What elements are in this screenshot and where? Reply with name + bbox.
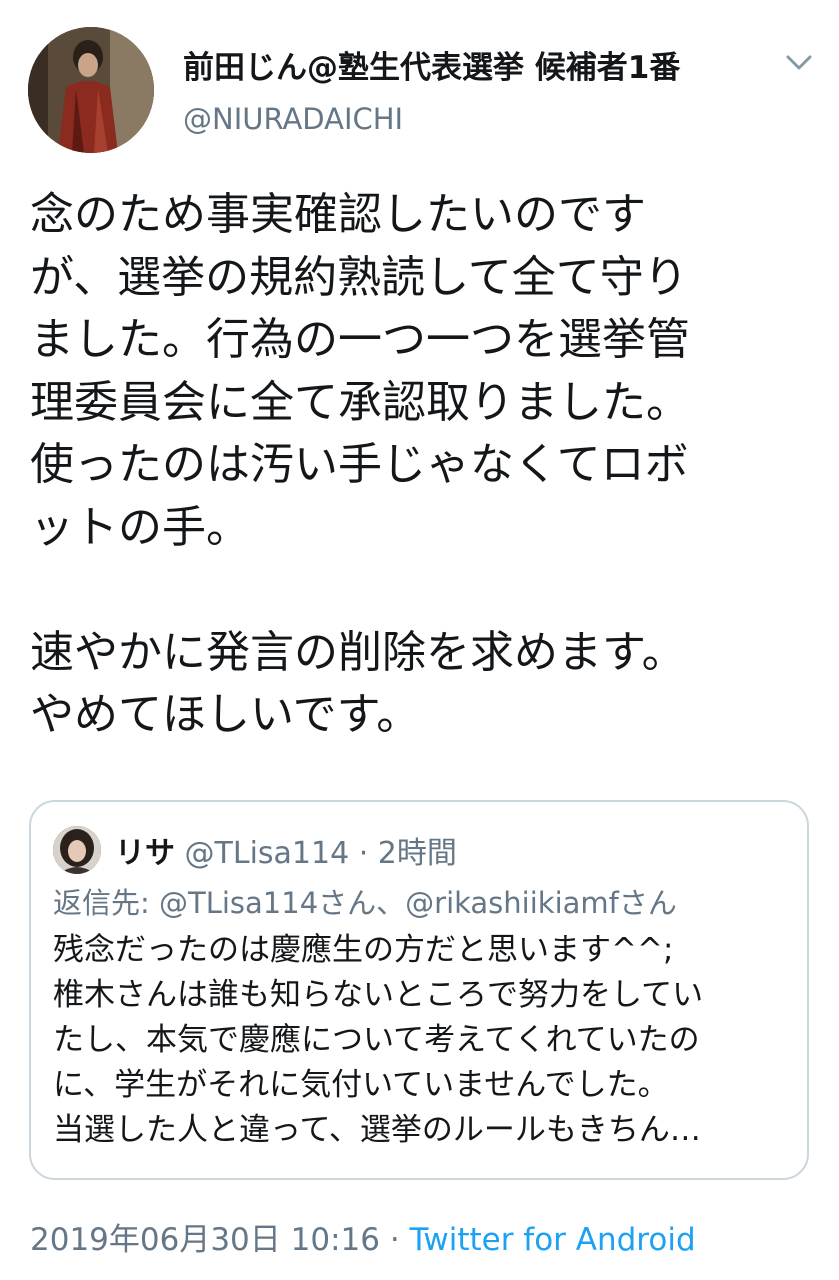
tweet-footer: 2019年06月30日 10:16 · Twitter for Android (30, 1214, 696, 1259)
user-avatar-photo-icon (53, 826, 101, 874)
quoted-author-name: リサ (115, 836, 175, 871)
quoted-author-meta: @TLisa114 · 2時間 (184, 836, 457, 871)
tweet-text: 念のため事実確認したいのです が、選挙の規約熟読して全て守り ました。行為の一つ… (30, 189, 690, 740)
quoted-tweet[interactable]: リサ @TLisa114 · 2時間 返信先: @TLisa114さん、@rik… (29, 800, 809, 1180)
quoted-text: 残念だったのは慶應生の方だと思います^^; 椎木さんは誰も知らないところで努力を… (53, 932, 704, 1148)
tweet-source-link[interactable]: Twitter for Android (410, 1222, 696, 1258)
user-avatar-photo-icon (28, 27, 154, 153)
chevron-down-icon (786, 55, 812, 70)
author-avatar[interactable] (28, 27, 154, 153)
tweet-timestamp: 2019年06月30日 10:16 · (30, 1222, 410, 1258)
quoted-header: リサ @TLisa114 · 2時間 (115, 828, 457, 872)
tweet-menu-button[interactable] (782, 50, 816, 76)
quoted-reply-to: 返信先: @TLisa114さん、@rikashiikiamfさん (53, 886, 677, 920)
author-handle[interactable]: @NIURADAICHI (183, 102, 403, 136)
author-display-name[interactable]: 前田じん@塾生代表選挙 候補者1番 (183, 42, 680, 87)
quoted-author-avatar (53, 826, 101, 874)
